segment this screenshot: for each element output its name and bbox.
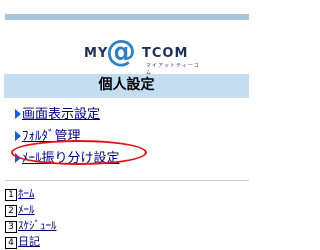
shortcut-link-mail[interactable]: ﾒｰﾙ [18,203,35,216]
key-3-icon: 3 [5,221,17,233]
logo-at-symbol: @ [106,34,136,69]
shortcut-link-diary[interactable]: 日記 [18,235,40,248]
menu-item-display-settings[interactable]: 画面表示設定 [15,104,120,126]
key-2-icon: 2 [5,205,17,217]
my-at-tcom-logo: MY @ TCOM マイアットティーコム [80,34,200,78]
menu-link-display-settings[interactable]: 画面表示設定 [22,107,100,122]
highlight-ellipse [11,140,147,165]
logo-tcom: TCOM [142,46,189,61]
divider [5,180,249,181]
logo-my: MY [84,46,109,61]
key-1-icon: 1 [5,189,17,201]
triangle-right-icon [15,131,21,141]
shortcut-home[interactable]: 1 ﾎｰﾑ [5,186,57,202]
shortcut-mail[interactable]: 2 ﾒｰﾙ [5,202,57,218]
shortcut-diary[interactable]: 4 日記 [5,234,57,250]
top-rule [5,14,249,20]
shortcut-schedule[interactable]: 3 ｽｹｼﾞｭｰﾙ [5,218,57,234]
page-title: 個人設定 [4,74,249,98]
shortcut-list: 1 ﾎｰﾑ 2 ﾒｰﾙ 3 ｽｹｼﾞｭｰﾙ 4 日記 [5,186,57,250]
key-4-icon: 4 [5,237,17,249]
shortcut-link-home[interactable]: ﾎｰﾑ [18,187,35,200]
triangle-right-icon [15,109,21,119]
shortcut-link-schedule[interactable]: ｽｹｼﾞｭｰﾙ [18,219,57,232]
